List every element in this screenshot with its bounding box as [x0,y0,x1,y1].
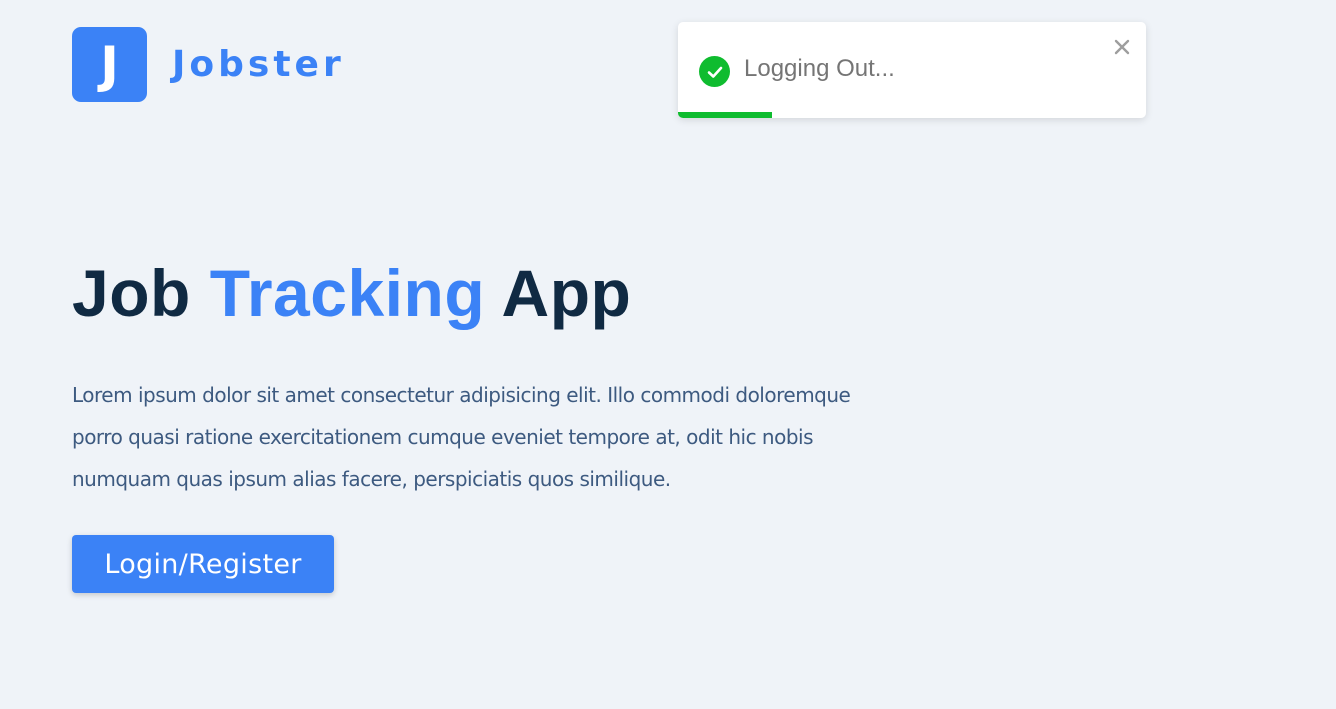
check-circle-icon [699,56,730,87]
hero-title-part1: Job [72,256,191,330]
logo-mark: J [72,27,147,102]
login-register-button[interactable]: Login/Register [72,535,334,593]
toast-message: Logging Out... [744,55,895,82]
toast-notification[interactable]: Logging Out... [678,22,1146,118]
hero-description: Lorem ipsum dolor sit amet consectetur a… [72,383,851,491]
hero-title: Job Tracking App [72,252,631,334]
hero-title-part2: App [501,256,632,330]
toast-progress-bar [678,112,772,118]
brand-name: Jobster [172,44,345,85]
close-icon[interactable] [1110,35,1134,59]
hero-title-accent: Tracking [209,256,486,330]
logo[interactable]: J Jobster [72,27,345,102]
